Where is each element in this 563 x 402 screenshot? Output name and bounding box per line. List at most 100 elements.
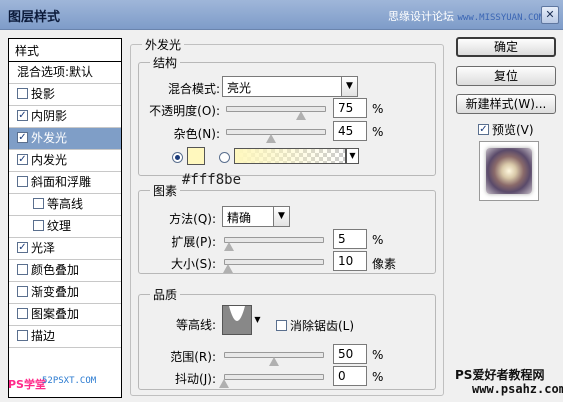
checkbox-icon[interactable]: ✓ xyxy=(17,110,28,121)
noise-input[interactable]: 45 xyxy=(333,121,367,141)
quality-title: 品质 xyxy=(150,286,181,303)
checkbox-icon[interactable] xyxy=(17,286,28,297)
style-item-label: 斜面和浮雕 xyxy=(31,175,92,189)
gradient-dropdown-icon[interactable]: ▼ xyxy=(346,148,359,164)
chevron-down-icon: ▼ xyxy=(341,77,357,96)
antialias-label: 消除锯齿(L) xyxy=(290,319,355,333)
style-item[interactable]: ✓ 内阴影 xyxy=(9,106,121,128)
style-item[interactable]: 混合选项:默认 xyxy=(9,62,121,84)
section-title: 外发光 xyxy=(142,36,185,53)
spread-label: 扩展(P): xyxy=(171,235,216,249)
noise-slider-track[interactable] xyxy=(226,129,326,135)
opacity-input[interactable]: 75 xyxy=(333,98,367,118)
structure-title: 结构 xyxy=(150,54,181,71)
size-slider-thumb[interactable] xyxy=(223,264,233,273)
close-icon[interactable]: ✕ xyxy=(541,6,559,24)
checkbox-icon[interactable] xyxy=(17,88,28,99)
watermark-psahz-url: www.psahz.com xyxy=(472,382,563,396)
antialias-checkbox[interactable]: 消除锯齿(L) xyxy=(276,317,354,334)
noise-slider-thumb[interactable] xyxy=(266,134,276,143)
watermark-psxt-url: 52PSXT.COM xyxy=(42,376,97,386)
checkbox-icon[interactable] xyxy=(17,330,28,341)
window-title: 图层样式 xyxy=(8,10,61,25)
size-slider-track[interactable] xyxy=(224,259,324,265)
checkbox-icon[interactable]: ✓ xyxy=(17,154,28,165)
watermark-psxt: PS学堂 xyxy=(8,378,46,391)
technique-value: 精确 xyxy=(227,211,252,225)
style-item[interactable]: 纹理 xyxy=(9,216,121,238)
size-input[interactable]: 10 xyxy=(333,251,367,271)
range-unit: % xyxy=(372,348,384,362)
checkbox-icon xyxy=(276,320,287,331)
jitter-slider-track[interactable] xyxy=(224,374,324,380)
checkbox-icon[interactable] xyxy=(17,176,28,187)
blend-mode-select[interactable]: 亮光 ▼ xyxy=(222,76,358,97)
style-item-label: 内发光 xyxy=(31,153,68,167)
style-item[interactable]: 图案叠加 xyxy=(9,304,121,326)
checkbox-icon[interactable]: ✓ xyxy=(17,132,28,143)
spread-slider-thumb[interactable] xyxy=(224,242,234,251)
jitter-input[interactable]: 0 xyxy=(333,366,367,386)
checkbox-icon[interactable]: ✓ xyxy=(17,242,28,253)
opacity-slider-thumb[interactable] xyxy=(296,111,306,120)
style-item-label: 纹理 xyxy=(47,219,72,233)
contour-dropdown-icon[interactable]: ▼ xyxy=(253,305,262,335)
style-item-label: 混合选项:默认 xyxy=(17,65,94,79)
range-label: 范围(R): xyxy=(170,350,216,364)
style-item[interactable]: 斜面和浮雕 xyxy=(9,172,121,194)
technique-select[interactable]: 精确 ▼ xyxy=(222,206,290,227)
style-item[interactable]: ✓ 内发光 xyxy=(9,150,121,172)
noise-unit: % xyxy=(372,125,384,139)
style-item-label: 等高线 xyxy=(47,197,84,211)
checkbox-icon[interactable] xyxy=(33,220,44,231)
opacity-label: 不透明度(O): xyxy=(149,104,220,118)
blend-mode-label: 混合模式: xyxy=(167,82,220,96)
new-style-button[interactable]: 新建样式(W)... xyxy=(456,94,556,114)
style-item[interactable]: 等高线 xyxy=(9,194,121,216)
range-input[interactable]: 50 xyxy=(333,344,367,364)
contour-picker[interactable] xyxy=(222,305,252,335)
styles-header[interactable]: 样式 xyxy=(9,39,121,62)
style-item[interactable]: 投影 xyxy=(9,84,121,106)
ok-button[interactable]: 确定 xyxy=(456,37,556,57)
size-unit: 像素 xyxy=(372,257,397,271)
checkbox-icon[interactable] xyxy=(17,308,28,319)
range-slider-thumb[interactable] xyxy=(269,357,279,366)
style-item-label: 内阴影 xyxy=(31,109,68,123)
style-item[interactable]: 渐变叠加 xyxy=(9,282,121,304)
gradient-swatch[interactable] xyxy=(234,148,346,164)
checkbox-icon: ✓ xyxy=(478,124,489,135)
technique-label: 方法(Q): xyxy=(169,212,216,226)
style-item-label: 颜色叠加 xyxy=(31,263,80,277)
solid-color-radio[interactable] xyxy=(172,152,183,163)
style-item-label: 图案叠加 xyxy=(31,307,80,321)
blend-mode-value: 亮光 xyxy=(227,81,252,95)
style-item[interactable]: 描边 xyxy=(9,326,121,348)
contour-icon xyxy=(223,306,251,334)
jitter-label: 抖动(J): xyxy=(175,372,216,386)
checkbox-icon[interactable] xyxy=(17,264,28,275)
preview-checkbox[interactable]: ✓ 预览(V) xyxy=(478,121,534,138)
contour-label: 等高线: xyxy=(175,318,216,332)
style-item[interactable]: 颜色叠加 xyxy=(9,260,121,282)
spread-input[interactable]: 5 xyxy=(333,229,367,249)
glow-color-swatch[interactable] xyxy=(187,147,205,165)
opacity-slider-track[interactable] xyxy=(226,106,326,112)
checkbox-icon[interactable] xyxy=(33,198,44,209)
gradient-radio[interactable] xyxy=(219,152,230,163)
watermark-site-en: www.MISSYUAN.COM xyxy=(457,13,545,23)
jitter-slider-thumb[interactable] xyxy=(219,379,229,388)
watermark-site-cn: 思缘设计论坛 xyxy=(388,10,454,23)
preview-label: 预览(V) xyxy=(492,123,534,137)
style-item-label: 描边 xyxy=(31,329,56,343)
noise-label: 杂色(N): xyxy=(173,127,220,141)
spread-slider-track[interactable] xyxy=(224,237,324,243)
chevron-down-icon: ▼ xyxy=(273,207,289,226)
jitter-unit: % xyxy=(372,370,384,384)
preview-thumbnail xyxy=(479,141,539,201)
styles-list: 样式 混合选项:默认 投影 ✓ 内阴影 ✓ 外发光 ✓ 内发光 斜面和浮雕 等高线 纹理 ✓ 光泽 颜色叠… xyxy=(8,38,122,398)
style-item[interactable]: ✓ 外发光 xyxy=(9,128,121,150)
style-item[interactable]: ✓ 光泽 xyxy=(9,238,121,260)
reset-button[interactable]: 复位 xyxy=(456,66,556,86)
size-label: 大小(S): xyxy=(170,257,216,271)
